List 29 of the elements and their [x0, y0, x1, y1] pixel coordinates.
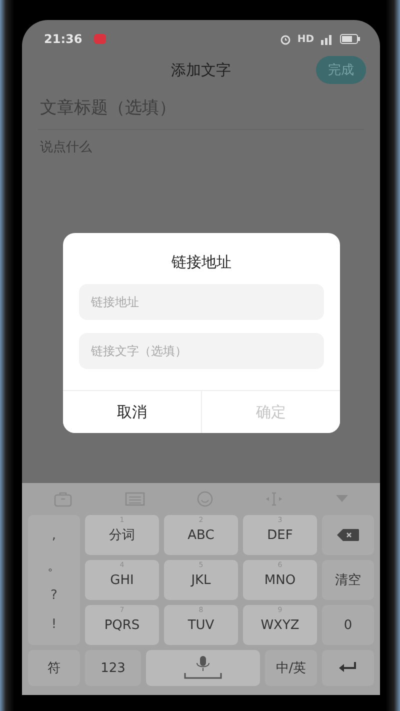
punctuation-key[interactable]: 。 [38, 556, 70, 575]
smiley-icon[interactable] [196, 491, 213, 507]
battery-icon [340, 34, 360, 44]
alarm-icon [280, 34, 292, 44]
network-label: HD [297, 34, 314, 44]
enter-key[interactable] [322, 650, 374, 686]
backspace-icon [337, 529, 359, 541]
microphone-icon [183, 656, 223, 680]
keyboard-key[interactable]: 中/英 [265, 650, 317, 686]
input-field[interactable]: 链接文字（选填） [79, 333, 324, 369]
punctuation-key[interactable]: ? [40, 588, 68, 604]
status-time: 21:36 [44, 32, 82, 46]
keyboard-icon[interactable] [124, 492, 145, 506]
punctuation-key[interactable]: ! [41, 617, 67, 632]
collapse-icon[interactable] [336, 495, 348, 503]
dialog-title: 链接地址 [170, 252, 232, 273]
keyboard-key[interactable]: 清空 [322, 560, 374, 600]
punctuation-key[interactable]: , [42, 528, 66, 543]
signal-icon [320, 34, 334, 44]
keyboard-key[interactable]: 0 [322, 605, 374, 645]
space-key[interactable] [146, 650, 260, 686]
enter-icon [339, 662, 357, 674]
keyboard-key[interactable]: 123 [85, 650, 141, 686]
briefcase-icon[interactable] [54, 492, 72, 506]
cursor-icon[interactable] [265, 492, 284, 506]
page-title: 添加文字 [171, 60, 231, 80]
backspace-key[interactable] [322, 515, 374, 555]
input-field[interactable]: 链接地址 [79, 284, 324, 320]
keyboard-key[interactable]: 符 [28, 650, 80, 686]
